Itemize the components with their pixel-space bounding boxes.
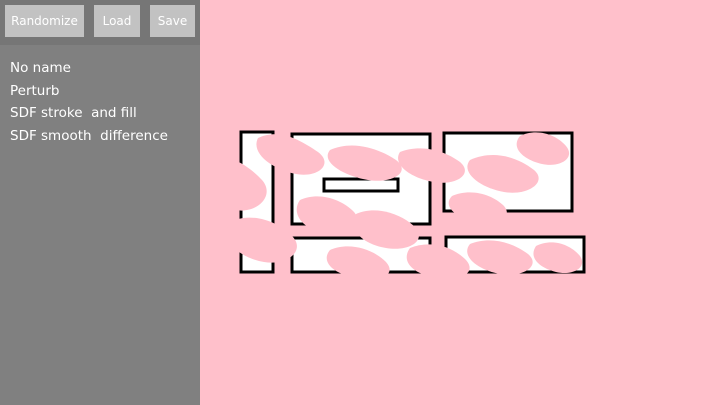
shape-list-item-no-name[interactable]: No name (10, 57, 168, 80)
app-root: Randomize Load Save No name Perturb SDF … (0, 0, 720, 405)
toolbar: Randomize Load Save (0, 0, 200, 45)
shape-list-item-sdf-smooth-difference[interactable]: SDF smooth difference (10, 125, 168, 148)
randomize-button[interactable]: Randomize (5, 5, 84, 37)
outline-inner-slot (322, 177, 400, 193)
sidebar: Randomize Load Save No name Perturb SDF … (0, 0, 200, 405)
shape-list: No name Perturb SDF stroke and fill SDF … (10, 57, 168, 148)
shape-list-item-sdf-stroke-and-fill[interactable]: SDF stroke and fill (10, 102, 168, 125)
save-button[interactable]: Save (150, 5, 195, 37)
load-button[interactable]: Load (94, 5, 140, 37)
shape-list-item-perturb[interactable]: Perturb (10, 80, 168, 103)
